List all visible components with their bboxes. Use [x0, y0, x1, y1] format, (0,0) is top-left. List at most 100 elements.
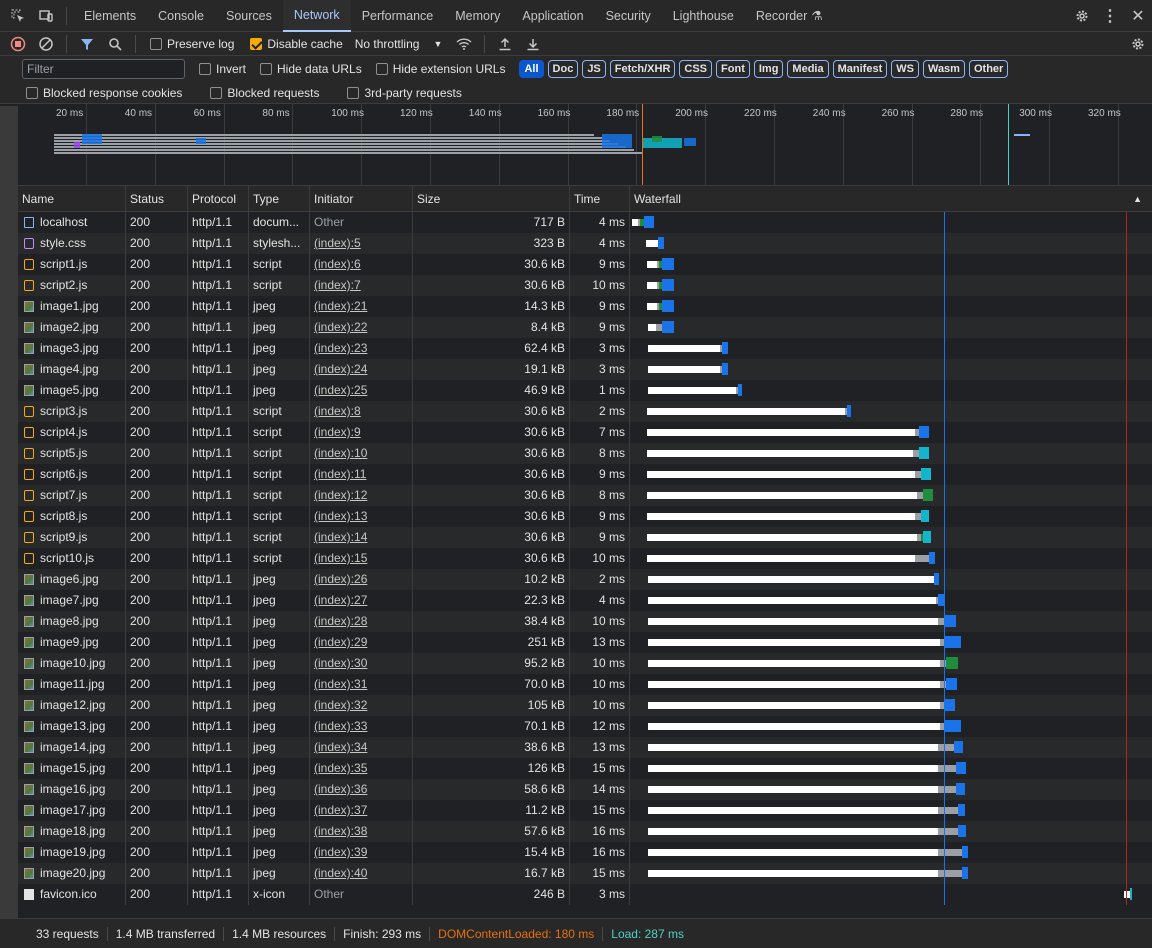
cell-initiator-text[interactable]: (index):23: [314, 341, 367, 355]
cell-initiator[interactable]: (index):15: [310, 548, 413, 569]
cell-waterfall[interactable]: [630, 863, 1152, 884]
table-row[interactable]: image14.jpg 200 http/1.1 jpeg (index):34 38.6…: [18, 737, 1152, 758]
cell-initiator-text[interactable]: (index):15: [314, 551, 367, 565]
cell-waterfall[interactable]: [630, 506, 1152, 527]
cell-waterfall[interactable]: [630, 737, 1152, 758]
cell-waterfall[interactable]: [630, 695, 1152, 716]
tab-application[interactable]: Application: [511, 0, 594, 32]
table-row[interactable]: script5.js 200 http/1.1 script (index):10 30.…: [18, 443, 1152, 464]
col-waterfall-header[interactable]: Waterfall ▲: [630, 186, 1152, 212]
cell-name[interactable]: image12.jpg: [18, 695, 126, 716]
table-row[interactable]: image12.jpg 200 http/1.1 jpeg (index):32 105 …: [18, 695, 1152, 716]
cell-initiator[interactable]: (index):38: [310, 821, 413, 842]
cell-name[interactable]: script8.js: [18, 506, 126, 527]
cell-initiator[interactable]: (index):39: [310, 842, 413, 863]
table-row[interactable]: script6.js 200 http/1.1 script (index):11 30.…: [18, 464, 1152, 485]
cell-name[interactable]: image3.jpg: [18, 338, 126, 359]
cell-initiator-text[interactable]: (index):39: [314, 845, 367, 859]
cell-initiator[interactable]: (index):31: [310, 674, 413, 695]
checkbox-box[interactable]: [199, 63, 211, 75]
cell-name[interactable]: script5.js: [18, 443, 126, 464]
filter-type-all[interactable]: All: [519, 60, 544, 78]
cell-waterfall[interactable]: [630, 401, 1152, 422]
cell-initiator-text[interactable]: (index):36: [314, 782, 367, 796]
cell-initiator-text[interactable]: (index):22: [314, 320, 367, 334]
third-party-checkbox[interactable]: 3rd-party requests: [347, 86, 462, 100]
cell-waterfall[interactable]: [630, 359, 1152, 380]
cell-waterfall[interactable]: [630, 674, 1152, 695]
cell-waterfall[interactable]: [630, 443, 1152, 464]
col-status-header[interactable]: Status: [126, 186, 188, 212]
cell-waterfall[interactable]: [630, 233, 1152, 254]
table-row[interactable]: image3.jpg 200 http/1.1 jpeg (index):23 62.4 …: [18, 338, 1152, 359]
filter-type-media[interactable]: Media: [787, 60, 829, 78]
cell-waterfall[interactable]: [630, 569, 1152, 590]
table-row[interactable]: favicon.ico 200 http/1.1 x-icon Other 246 B 3 …: [18, 884, 1152, 905]
tab-lighthouse[interactable]: Lighthouse: [662, 0, 745, 32]
table-row[interactable]: localhost 200 http/1.1 docum... Other 717 B 4 …: [18, 212, 1152, 233]
table-row[interactable]: script8.js 200 http/1.1 script (index):13 30.…: [18, 506, 1152, 527]
table-row[interactable]: script3.js 200 http/1.1 script (index):8 30.6…: [18, 401, 1152, 422]
table-row[interactable]: image9.jpg 200 http/1.1 jpeg (index):29 251 k…: [18, 632, 1152, 653]
network-settings-gear-icon[interactable]: [1124, 30, 1152, 58]
cell-waterfall[interactable]: [630, 527, 1152, 548]
cell-initiator-text[interactable]: (index):40: [314, 866, 367, 880]
cell-name[interactable]: favicon.ico: [18, 884, 126, 905]
cell-waterfall[interactable]: [630, 317, 1152, 338]
cell-initiator-text[interactable]: (index):27: [314, 593, 367, 607]
cell-name[interactable]: image4.jpg: [18, 359, 126, 380]
tab-memory[interactable]: Memory: [444, 0, 511, 32]
tab-security[interactable]: Security: [595, 0, 662, 32]
import-har-icon[interactable]: [491, 30, 519, 58]
table-row[interactable]: script4.js 200 http/1.1 script (index):9 30.6…: [18, 422, 1152, 443]
checkbox-box[interactable]: [260, 63, 273, 75]
cell-initiator-text[interactable]: (index):14: [314, 530, 367, 544]
cell-initiator[interactable]: (index):9: [310, 422, 413, 443]
table-row[interactable]: image2.jpg 200 http/1.1 jpeg (index):22 8.4 k…: [18, 317, 1152, 338]
cell-initiator[interactable]: (index):5: [310, 233, 413, 254]
filter-type-font[interactable]: Font: [716, 60, 750, 78]
cell-initiator-text[interactable]: (index):26: [314, 572, 367, 586]
cell-name[interactable]: image14.jpg: [18, 737, 126, 758]
cell-waterfall[interactable]: [630, 275, 1152, 296]
col-initiator-header[interactable]: Initiator: [310, 186, 413, 212]
cell-initiator-text[interactable]: (index):9: [314, 425, 361, 439]
cell-name[interactable]: localhost: [18, 212, 126, 233]
cell-waterfall[interactable]: [630, 422, 1152, 443]
filter-type-other[interactable]: Other: [968, 60, 1009, 78]
cell-initiator[interactable]: (index):30: [310, 653, 413, 674]
cell-initiator[interactable]: (index):10: [310, 443, 413, 464]
cell-waterfall[interactable]: [630, 254, 1152, 275]
table-row[interactable]: image20.jpg 200 http/1.1 jpeg (index):40 16.7…: [18, 863, 1152, 884]
table-row[interactable]: style.css 200 http/1.1 stylesh... (index):5 3…: [18, 233, 1152, 254]
table-row[interactable]: image10.jpg 200 http/1.1 jpeg (index):30 95.2…: [18, 653, 1152, 674]
cell-initiator[interactable]: (index):7: [310, 275, 413, 296]
cell-waterfall[interactable]: [630, 842, 1152, 863]
search-icon[interactable]: [101, 30, 129, 58]
cell-initiator[interactable]: (index):8: [310, 401, 413, 422]
filter-type-ws[interactable]: WS: [891, 60, 919, 78]
cell-initiator-text[interactable]: (index):12: [314, 488, 367, 502]
table-row[interactable]: image5.jpg 200 http/1.1 jpeg (index):25 46.9 …: [18, 380, 1152, 401]
cell-name[interactable]: image19.jpg: [18, 842, 126, 863]
cell-waterfall[interactable]: [630, 485, 1152, 506]
cell-waterfall[interactable]: [630, 653, 1152, 674]
blocked-cookies-checkbox[interactable]: Blocked response cookies: [26, 86, 182, 100]
col-type-header[interactable]: Type: [249, 186, 310, 212]
blocked-requests-checkbox[interactable]: Blocked requests: [210, 86, 319, 100]
cell-name[interactable]: style.css: [18, 233, 126, 254]
cell-waterfall[interactable]: [630, 590, 1152, 611]
filter-type-manifest[interactable]: Manifest: [832, 60, 888, 78]
checkbox-box[interactable]: [26, 86, 38, 99]
table-row[interactable]: script2.js 200 http/1.1 script (index):7 30.6…: [18, 275, 1152, 296]
cell-name[interactable]: script3.js: [18, 401, 126, 422]
settings-gear-icon[interactable]: [1068, 2, 1096, 30]
cell-initiator-text[interactable]: (index):34: [314, 740, 367, 754]
invert-checkbox[interactable]: Invert: [199, 62, 246, 76]
table-row[interactable]: image17.jpg 200 http/1.1 jpeg (index):37 11.2…: [18, 800, 1152, 821]
more-options-icon[interactable]: ⋮: [1096, 2, 1124, 30]
table-row[interactable]: image7.jpg 200 http/1.1 jpeg (index):27 22.3 …: [18, 590, 1152, 611]
cell-name[interactable]: image17.jpg: [18, 800, 126, 821]
filter-type-css[interactable]: CSS: [679, 60, 713, 78]
cell-waterfall[interactable]: [630, 884, 1152, 905]
